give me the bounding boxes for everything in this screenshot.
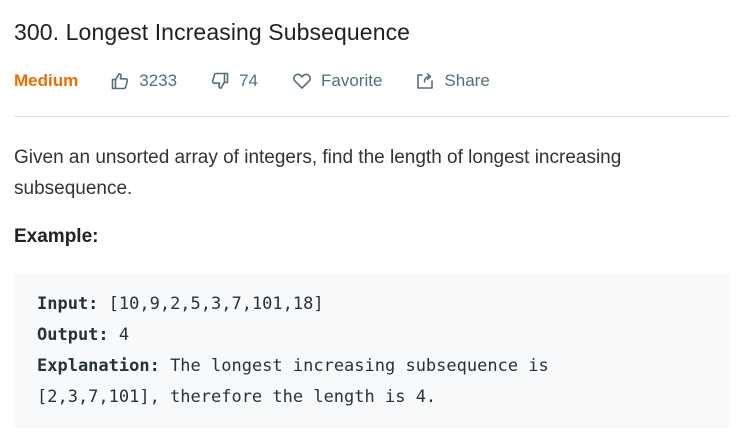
example-heading: Example:	[14, 226, 99, 247]
heart-icon	[292, 71, 312, 91]
problem-meta-bar: Medium 3233 74 Favorite Share	[14, 68, 524, 94]
like-button[interactable]: 3233	[110, 71, 177, 91]
explanation-text-2: [2,3,7,101], therefore the length is 4.	[37, 387, 437, 407]
output-label: Output:	[37, 325, 109, 345]
example-input-line: Input: [10,9,2,5,3,7,101,18]	[37, 289, 730, 320]
dislike-count: 74	[239, 71, 258, 90]
favorite-label: Favorite	[320, 71, 383, 90]
output-value: 4	[108, 325, 130, 345]
explanation-text-1: The longest increasing subsequence is	[159, 356, 549, 376]
example-explanation-continued: [2,3,7,101], therefore the length is 4.	[37, 382, 730, 413]
problem-description: Given an unsorted array of integers, fin…	[14, 147, 622, 199]
thumbs-up-icon	[110, 71, 130, 91]
share-label: Share	[444, 71, 490, 90]
problem-title: 300. Longest Increasing Subsequence	[14, 19, 411, 45]
dislike-button[interactable]: 74	[210, 71, 258, 91]
share-button[interactable]: Share	[415, 71, 490, 91]
explanation-label: Explanation:	[37, 356, 160, 376]
example-explanation-line: Explanation: The longest increasing subs…	[37, 351, 730, 382]
like-count: 3233	[139, 71, 178, 90]
header-divider	[14, 116, 730, 117]
share-icon	[415, 71, 435, 91]
input-label: Input:	[37, 294, 99, 314]
difficulty-badge: Medium	[14, 71, 79, 90]
thumbs-down-icon	[210, 71, 230, 91]
favorite-button[interactable]: Favorite	[292, 71, 382, 91]
example-output-line: Output: 4	[37, 320, 730, 351]
input-value: [10,9,2,5,3,7,101,18]	[98, 294, 324, 314]
example-code-block: Input: [10,9,2,5,3,7,101,18] Output: 4 E…	[14, 273, 730, 428]
